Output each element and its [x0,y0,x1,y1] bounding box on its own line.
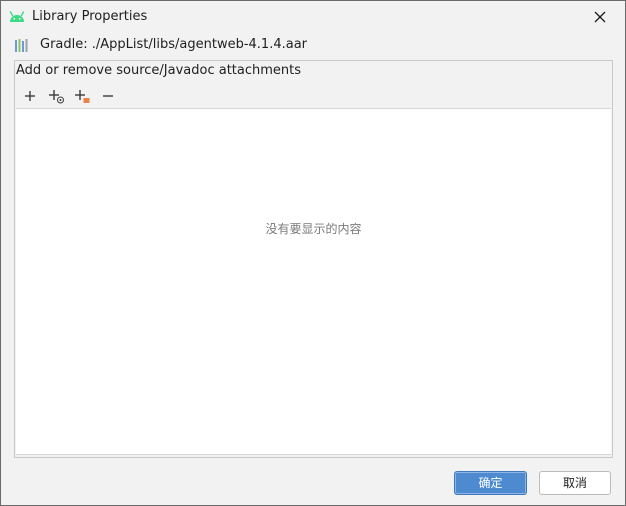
android-icon [8,9,26,23]
attachments-panel: Add or remove source/Javadoc attachments [14,60,613,458]
title-bar: Library Properties [1,1,625,32]
remove-button[interactable] [97,85,119,107]
empty-list-message: 没有要显示的内容 [265,222,362,236]
ok-button[interactable]: 确定 [454,471,527,495]
cancel-button[interactable]: 取消 [539,471,611,495]
add-icon [25,91,35,101]
remove-icon [103,95,113,97]
attachments-header: Add or remove source/Javadoc attachments [16,63,302,78]
close-icon [594,11,606,23]
attachments-list[interactable]: 没有要显示的内容 [16,108,611,455]
library-path: Gradle: ./AppList/libs/agentweb-4.1.4.aa… [40,37,308,52]
add-folder-icon [75,90,90,103]
close-button[interactable] [589,6,611,28]
add-source-icon [49,90,64,104]
window-title: Library Properties [32,9,148,24]
add-folder-button[interactable] [71,85,93,107]
library-properties-dialog: Library Properties Gradle: ./AppList/lib… [0,0,626,506]
gradle-library-icon [15,39,30,52]
add-button[interactable] [19,85,41,107]
add-source-button[interactable] [45,85,67,107]
